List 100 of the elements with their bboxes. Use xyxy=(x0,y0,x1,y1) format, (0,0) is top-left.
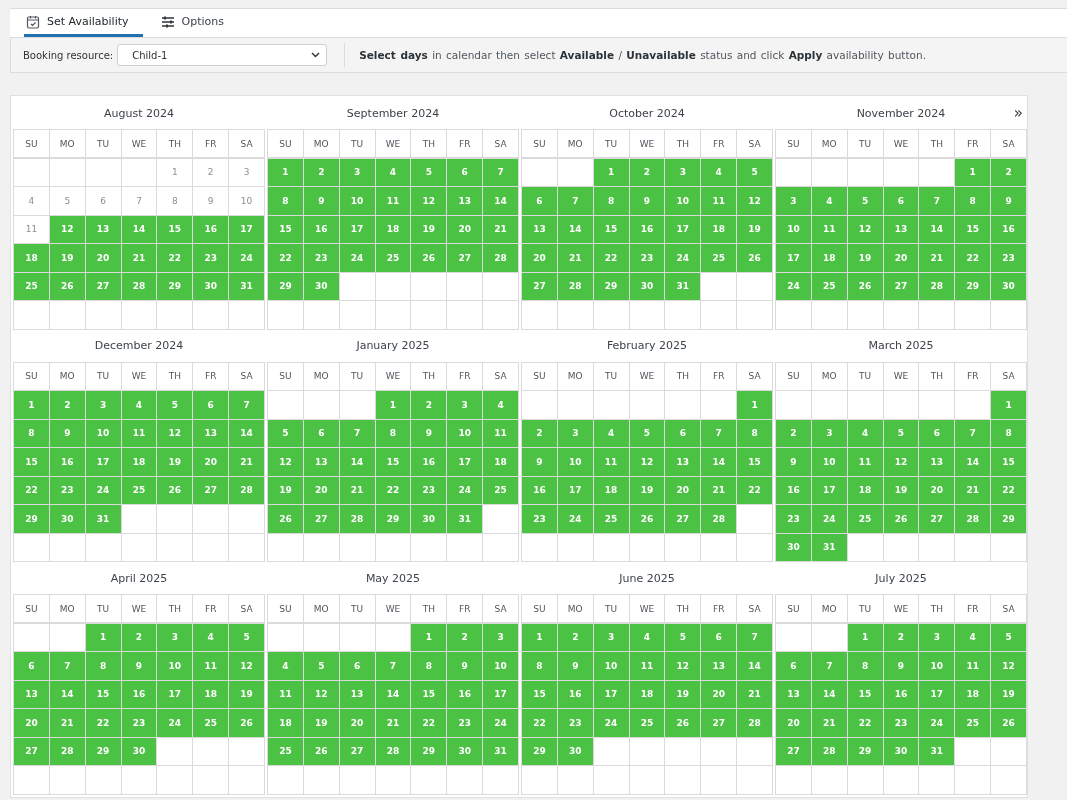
calendar-day[interactable]: 14 xyxy=(955,448,991,476)
calendar-day[interactable]: 2 xyxy=(49,391,85,419)
calendar-day[interactable]: 9 xyxy=(411,419,447,447)
calendar-day[interactable]: 17 xyxy=(811,476,847,504)
calendar-day[interactable]: 13 xyxy=(883,215,919,243)
calendar-day[interactable]: 28 xyxy=(483,244,518,272)
calendar-day[interactable]: 14 xyxy=(737,652,772,680)
calendar-day[interactable]: 3 xyxy=(229,158,264,186)
calendar-day[interactable]: 9 xyxy=(522,448,557,476)
calendar-day[interactable]: 20 xyxy=(776,709,811,737)
calendar-day[interactable]: 21 xyxy=(955,476,991,504)
calendar-day[interactable]: 14 xyxy=(811,680,847,708)
calendar-day[interactable]: 13 xyxy=(665,448,701,476)
calendar-day[interactable]: 28 xyxy=(49,737,85,765)
calendar-day[interactable]: 6 xyxy=(665,419,701,447)
calendar-day[interactable]: 25 xyxy=(593,505,629,533)
calendar-day[interactable]: 25 xyxy=(121,476,157,504)
calendar-day[interactable]: 24 xyxy=(593,709,629,737)
calendar-day[interactable]: 27 xyxy=(883,272,919,300)
calendar-day[interactable]: 26 xyxy=(49,272,85,300)
calendar-day[interactable]: 3 xyxy=(447,391,483,419)
calendar-day[interactable]: 2 xyxy=(193,158,229,186)
calendar-day[interactable]: 12 xyxy=(49,215,85,243)
calendar-day[interactable]: 19 xyxy=(49,244,85,272)
calendar-day[interactable]: 4 xyxy=(268,652,303,680)
calendar-day[interactable]: 3 xyxy=(919,623,955,651)
calendar-day[interactable]: 6 xyxy=(447,158,483,186)
calendar-day[interactable]: 17 xyxy=(483,680,518,708)
calendar-day[interactable]: 1 xyxy=(847,623,883,651)
calendar-day[interactable]: 11 xyxy=(193,652,229,680)
calendar-day[interactable]: 16 xyxy=(776,476,811,504)
calendar-day[interactable]: 8 xyxy=(411,652,447,680)
calendar-day[interactable]: 26 xyxy=(991,709,1026,737)
calendar-day[interactable]: 11 xyxy=(14,215,49,243)
calendar-day[interactable]: 13 xyxy=(522,215,557,243)
calendar-day[interactable]: 11 xyxy=(811,215,847,243)
calendar-day[interactable]: 6 xyxy=(193,391,229,419)
calendar-day[interactable]: 27 xyxy=(303,505,339,533)
calendar-day[interactable]: 12 xyxy=(991,652,1026,680)
calendar-day[interactable]: 1 xyxy=(737,391,772,419)
calendar-day[interactable]: 31 xyxy=(811,533,847,561)
calendar-day[interactable]: 4 xyxy=(847,419,883,447)
calendar-day[interactable]: 27 xyxy=(339,737,375,765)
calendar-day[interactable]: 22 xyxy=(14,476,49,504)
calendar-day[interactable]: 11 xyxy=(701,187,737,215)
calendar-day[interactable]: 7 xyxy=(229,391,264,419)
calendar-day[interactable]: 5 xyxy=(303,652,339,680)
calendar-day[interactable]: 11 xyxy=(268,680,303,708)
calendar-day[interactable]: 28 xyxy=(557,272,593,300)
calendar-day[interactable]: 16 xyxy=(411,448,447,476)
calendar-day[interactable]: 8 xyxy=(85,652,121,680)
calendar-day[interactable]: 12 xyxy=(229,652,264,680)
calendar-day[interactable]: 23 xyxy=(991,244,1026,272)
calendar-day[interactable]: 21 xyxy=(49,709,85,737)
calendar-day[interactable]: 25 xyxy=(193,709,229,737)
calendar-day[interactable]: 1 xyxy=(157,158,193,186)
calendar-day[interactable]: 15 xyxy=(991,448,1026,476)
calendar-day[interactable]: 18 xyxy=(701,215,737,243)
calendar-day[interactable]: 16 xyxy=(193,215,229,243)
calendar-day[interactable]: 18 xyxy=(483,448,518,476)
calendar-day[interactable]: 19 xyxy=(268,476,303,504)
calendar-day[interactable]: 23 xyxy=(303,244,339,272)
calendar-day[interactable]: 2 xyxy=(883,623,919,651)
calendar-day[interactable]: 24 xyxy=(811,505,847,533)
calendar-day[interactable]: 2 xyxy=(303,158,339,186)
calendar-day[interactable]: 15 xyxy=(522,680,557,708)
calendar-day[interactable]: 3 xyxy=(339,158,375,186)
calendar-day[interactable]: 5 xyxy=(49,187,85,215)
calendar-day[interactable]: 13 xyxy=(776,680,811,708)
calendar-day[interactable]: 1 xyxy=(85,623,121,651)
calendar-day[interactable]: 23 xyxy=(557,709,593,737)
calendar-day[interactable]: 10 xyxy=(157,652,193,680)
calendar-day[interactable]: 26 xyxy=(665,709,701,737)
calendar-day[interactable]: 1 xyxy=(522,623,557,651)
calendar-day[interactable]: 19 xyxy=(737,215,772,243)
calendar-day[interactable]: 17 xyxy=(593,680,629,708)
calendar-day[interactable]: 17 xyxy=(229,215,264,243)
calendar-day[interactable]: 23 xyxy=(411,476,447,504)
calendar-day[interactable]: 5 xyxy=(268,419,303,447)
calendar-day[interactable]: 20 xyxy=(883,244,919,272)
calendar-day[interactable]: 10 xyxy=(85,419,121,447)
calendar-day[interactable]: 7 xyxy=(737,623,772,651)
calendar-day[interactable]: 1 xyxy=(375,391,411,419)
calendar-day[interactable]: 20 xyxy=(303,476,339,504)
calendar-day[interactable]: 15 xyxy=(14,448,49,476)
calendar-day[interactable]: 27 xyxy=(447,244,483,272)
calendar-day[interactable]: 17 xyxy=(665,215,701,243)
calendar-day[interactable]: 7 xyxy=(49,652,85,680)
calendar-day[interactable]: 8 xyxy=(955,187,991,215)
calendar-day[interactable]: 1 xyxy=(268,158,303,186)
calendar-day[interactable]: 24 xyxy=(447,476,483,504)
calendar-day[interactable]: 27 xyxy=(522,272,557,300)
calendar-day[interactable]: 6 xyxy=(776,652,811,680)
calendar-day[interactable]: 4 xyxy=(811,187,847,215)
calendar-day[interactable]: 22 xyxy=(522,709,557,737)
calendar-day[interactable]: 13 xyxy=(447,187,483,215)
calendar-day[interactable]: 10 xyxy=(593,652,629,680)
calendar-day[interactable]: 1 xyxy=(14,391,49,419)
calendar-day[interactable]: 13 xyxy=(193,419,229,447)
calendar-day[interactable]: 12 xyxy=(411,187,447,215)
